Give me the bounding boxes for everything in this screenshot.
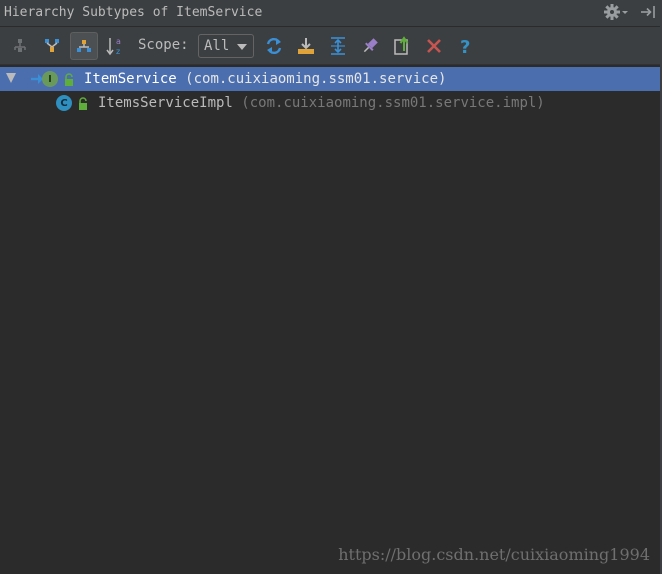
- tree-item-label: ItemService (com.cuixiaoming.ssm01.servi…: [84, 71, 446, 87]
- class-name: ItemsServiceImpl: [98, 95, 233, 111]
- svg-text:?: ?: [460, 37, 470, 56]
- lock-open-icon: [77, 96, 89, 115]
- tool-window-title: Hierarchy Subtypes of ItemService: [4, 5, 263, 20]
- watermark-text: https://blog.csdn.net/cuixiaoming1994: [338, 545, 650, 564]
- help-icon[interactable]: ?: [452, 32, 480, 60]
- hierarchy-tree: I ItemService (com.cuixiaoming.ssm01.ser…: [0, 65, 662, 574]
- supertypes-hierarchy-icon[interactable]: [38, 32, 66, 60]
- chevron-down-icon: [237, 44, 247, 50]
- settings-gear-icon[interactable]: [604, 3, 630, 21]
- tree-item-label: ItemsServiceImpl (com.cuixiaoming.ssm01.…: [98, 95, 545, 111]
- lock-open-icon: [63, 72, 75, 91]
- close-icon[interactable]: [420, 32, 448, 60]
- class-name: ItemService: [84, 71, 177, 87]
- hierarchy-toolbar: a z Scope: All ?: [0, 27, 662, 65]
- package-name: (com.cuixiaoming.ssm01.service.impl): [241, 95, 545, 111]
- class-icon: C: [56, 95, 72, 111]
- sort-alphabetically-icon[interactable]: a z: [102, 32, 130, 60]
- type-hierarchy-icon[interactable]: [6, 32, 34, 60]
- refresh-icon[interactable]: [260, 32, 288, 60]
- export-icon[interactable]: [388, 32, 416, 60]
- tool-window-header: Hierarchy Subtypes of ItemService: [0, 0, 662, 27]
- expand-all-icon[interactable]: [324, 32, 352, 60]
- svg-text:a: a: [116, 37, 121, 46]
- scope-dropdown[interactable]: All: [198, 34, 254, 58]
- subtypes-hierarchy-icon[interactable]: [70, 32, 98, 60]
- hide-panel-icon[interactable]: [640, 3, 656, 21]
- tree-row-itemservice[interactable]: I ItemService (com.cuixiaoming.ssm01.ser…: [0, 67, 660, 91]
- pin-icon[interactable]: [356, 32, 384, 60]
- svg-text:z: z: [116, 47, 120, 56]
- interface-icon: I: [42, 71, 58, 87]
- package-name: (com.cuixiaoming.ssm01.service): [185, 71, 447, 87]
- scope-value: All: [204, 38, 230, 54]
- hierarchy-tool-window: Hierarchy Subtypes of ItemService a z Sc…: [0, 0, 662, 574]
- expand-arrow-icon[interactable]: [6, 73, 16, 83]
- autoscroll-to-source-icon[interactable]: [292, 32, 320, 60]
- scope-label: Scope:: [138, 37, 189, 53]
- header-actions: [604, 3, 656, 21]
- tree-row-itemsserviceimpl[interactable]: C ItemsServiceImpl (com.cuixiaoming.ssm0…: [0, 91, 660, 115]
